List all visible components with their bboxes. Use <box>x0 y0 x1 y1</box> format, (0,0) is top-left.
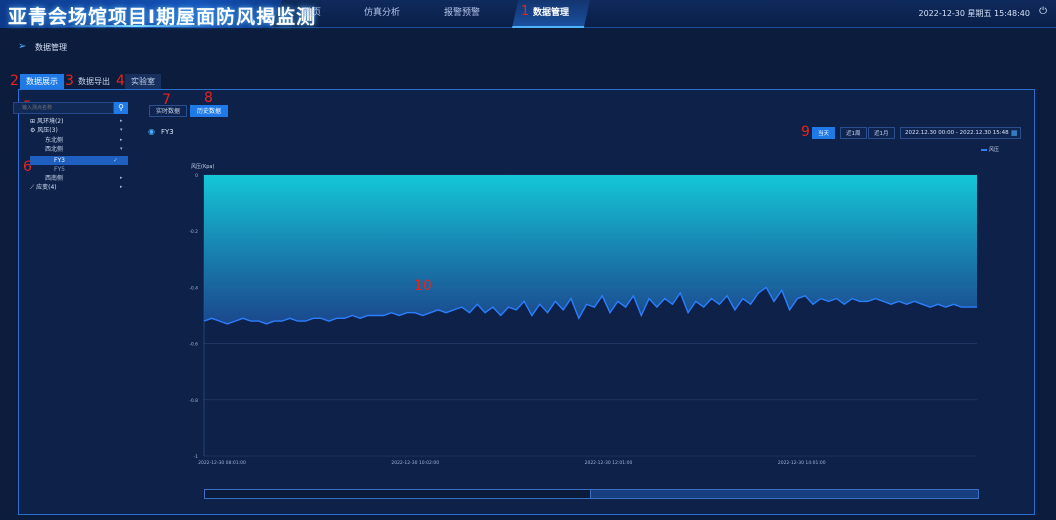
y-tick-label: -0.2 <box>189 229 198 235</box>
marker-10: 10 <box>414 278 432 294</box>
y-tick-label: -0.6 <box>189 342 198 348</box>
y-tick-label: -0.4 <box>189 285 198 291</box>
x-tick-label: 2022-12-30 14:01:00 <box>778 460 826 466</box>
y-tick-label: -0.8 <box>189 398 198 404</box>
y-tick-label: 0 <box>195 173 198 179</box>
zoom-slider-handle[interactable] <box>590 489 979 499</box>
x-tick-label: 2022-12-30 08:01:00 <box>198 460 246 466</box>
y-axis-label: 风压(Kpa) <box>191 164 214 170</box>
x-tick-label: 2022-12-30 12:01:00 <box>585 460 633 466</box>
x-tick-label: 2022-12-30 10:02:00 <box>391 460 439 466</box>
wind-pressure-chart: 风压(Kpa) 0 -0.2 -0.4 -0.6 -0.8 -12022-12-30 08… <box>189 164 977 466</box>
y-tick-label: -1 <box>194 454 199 460</box>
